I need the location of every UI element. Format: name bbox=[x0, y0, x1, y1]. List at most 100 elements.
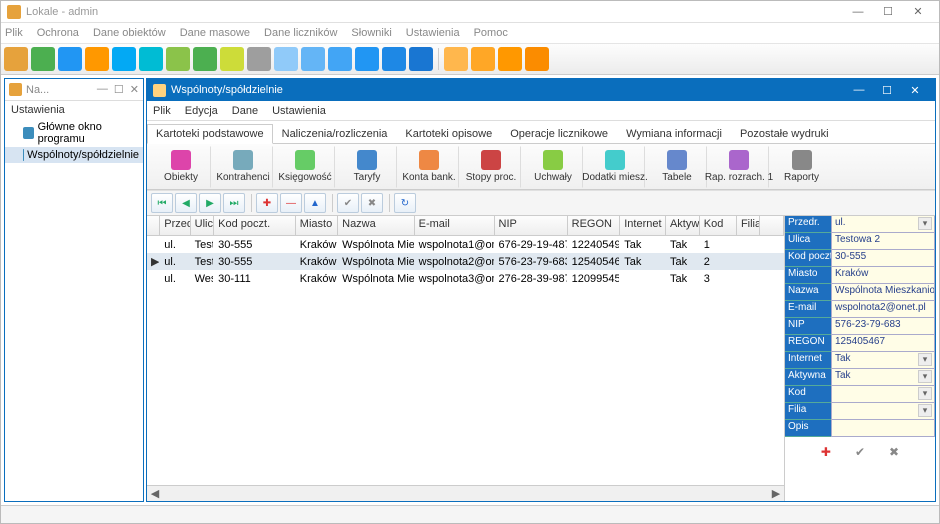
tab[interactable]: Kartoteki podstawowe bbox=[147, 124, 273, 144]
detail-action-button[interactable]: ✔ bbox=[855, 445, 865, 459]
sub-maximize-button[interactable]: ☐ bbox=[873, 84, 901, 97]
toolbar-icon[interactable] bbox=[166, 47, 190, 71]
sub-minimize-button[interactable]: — bbox=[845, 84, 873, 97]
toolbar-icon[interactable] bbox=[525, 47, 549, 71]
toolbar-icon[interactable] bbox=[355, 47, 379, 71]
minimize-button[interactable]: — bbox=[843, 2, 873, 22]
sub-menu-item[interactable]: Dane bbox=[232, 105, 258, 117]
nav-close-button[interactable]: ✕ bbox=[130, 83, 139, 96]
prev-button[interactable]: ◀ bbox=[175, 193, 197, 213]
cancel-button[interactable]: ✖ bbox=[361, 193, 383, 213]
column-header[interactable]: Kod poczt. bbox=[214, 216, 296, 235]
toolbar-button[interactable]: Konta bank. bbox=[399, 146, 459, 188]
toolbar-icon[interactable] bbox=[274, 47, 298, 71]
toolbar-icon[interactable] bbox=[193, 47, 217, 71]
toolbar-icon[interactable] bbox=[301, 47, 325, 71]
detail-input[interactable]: 30-555 bbox=[831, 250, 935, 267]
column-header[interactable]: Nazwa bbox=[338, 216, 415, 235]
detail-input[interactable]: Kraków bbox=[831, 267, 935, 284]
column-header[interactable] bbox=[760, 216, 784, 235]
toolbar-button[interactable]: Uchwały bbox=[523, 146, 583, 188]
detail-input[interactable]: 125405467 bbox=[831, 335, 935, 352]
detail-input[interactable]: ul. bbox=[831, 216, 935, 233]
main-menu-item[interactable]: Słowniki bbox=[351, 27, 391, 39]
toolbar-button[interactable]: Stopy proc. bbox=[461, 146, 521, 188]
refresh-button[interactable]: ↻ bbox=[394, 193, 416, 213]
main-menu-item[interactable]: Dane masowe bbox=[180, 27, 250, 39]
sub-menu-item[interactable]: Edycja bbox=[185, 105, 218, 117]
next-button[interactable]: ▶ bbox=[199, 193, 221, 213]
column-header[interactable]: NIP bbox=[495, 216, 568, 235]
column-header[interactable]: Filia bbox=[737, 216, 761, 235]
column-header[interactable]: Aktywna bbox=[666, 216, 700, 235]
first-button[interactable]: ⏮ bbox=[151, 193, 173, 213]
tab[interactable]: Pozostałe wydruki bbox=[731, 124, 838, 144]
last-button[interactable]: ⏭ bbox=[223, 193, 245, 213]
main-menu-item[interactable]: Dane liczników bbox=[264, 27, 337, 39]
toolbar-icon[interactable] bbox=[220, 47, 244, 71]
column-header[interactable]: Ulica bbox=[191, 216, 215, 235]
toolbar-icon[interactable] bbox=[247, 47, 271, 71]
nav-item[interactable]: Główne okno programu bbox=[5, 119, 143, 147]
toolbar-icon[interactable] bbox=[328, 47, 352, 71]
nav-item[interactable]: Wspólnoty/spółdzielnie bbox=[5, 147, 143, 163]
edit-button[interactable]: ▲ bbox=[304, 193, 326, 213]
nav-minimize-button[interactable]: — bbox=[97, 83, 108, 96]
column-header[interactable]: REGON bbox=[568, 216, 621, 235]
column-header[interactable]: E-mail bbox=[415, 216, 495, 235]
table-row[interactable]: ul.Testowa 130-555KrakówWspólnota Mieszk… bbox=[147, 236, 784, 253]
column-header[interactable]: Miasto bbox=[296, 216, 338, 235]
data-grid[interactable]: Przedr.UlicaKod poczt.MiastoNazwaE-mailN… bbox=[147, 216, 785, 501]
main-menu-item[interactable]: Pomoc bbox=[474, 27, 508, 39]
toolbar-button[interactable]: Raporty bbox=[771, 146, 831, 188]
column-header[interactable]: Przedr. bbox=[160, 216, 190, 235]
toolbar-icon[interactable] bbox=[58, 47, 82, 71]
detail-input[interactable]: Tak bbox=[831, 352, 935, 369]
sub-menu-item[interactable]: Plik bbox=[153, 105, 171, 117]
maximize-button[interactable]: ☐ bbox=[873, 2, 903, 22]
detail-input[interactable] bbox=[831, 420, 935, 437]
add-button[interactable]: ✚ bbox=[256, 193, 278, 213]
detail-input[interactable]: 576-23-79-683 bbox=[831, 318, 935, 335]
toolbar-button[interactable]: Dodatki miesz. bbox=[585, 146, 645, 188]
detail-input[interactable] bbox=[831, 386, 935, 403]
tab[interactable]: Operacje licznikowe bbox=[501, 124, 617, 144]
column-header[interactable]: Internet bbox=[620, 216, 666, 235]
toolbar-button[interactable]: Kontrahenci bbox=[213, 146, 273, 188]
toolbar-icon[interactable] bbox=[139, 47, 163, 71]
table-row[interactable]: ul.Wesoła 1230-111KrakówWspólnota Mieszk… bbox=[147, 270, 784, 287]
table-row[interactable]: ▶ul.Testowa 230-555KrakówWspólnota Miesz… bbox=[147, 253, 784, 270]
detail-input[interactable] bbox=[831, 403, 935, 420]
detail-action-button[interactable]: ✖ bbox=[889, 445, 899, 459]
sub-close-button[interactable]: ✕ bbox=[901, 84, 929, 97]
toolbar-icon[interactable] bbox=[112, 47, 136, 71]
toolbar-icon[interactable] bbox=[31, 47, 55, 71]
toolbar-icon[interactable] bbox=[85, 47, 109, 71]
h-scrollbar[interactable]: ◀▶ bbox=[147, 485, 784, 501]
toolbar-button[interactable]: Taryfy bbox=[337, 146, 397, 188]
sub-menu-item[interactable]: Ustawienia bbox=[272, 105, 326, 117]
toolbar-icon[interactable] bbox=[409, 47, 433, 71]
toolbar-button[interactable]: Tabele bbox=[647, 146, 707, 188]
toolbar-button[interactable]: Obiekty bbox=[151, 146, 211, 188]
tab[interactable]: Kartoteki opisowe bbox=[396, 124, 501, 144]
toolbar-button[interactable]: Księgowość bbox=[275, 146, 335, 188]
tab[interactable]: Naliczenia/rozliczenia bbox=[273, 124, 397, 144]
main-menu-item[interactable]: Dane obiektów bbox=[93, 27, 166, 39]
confirm-button[interactable]: ✔ bbox=[337, 193, 359, 213]
main-menu-item[interactable]: Ustawienia bbox=[406, 27, 460, 39]
detail-input[interactable]: Tak bbox=[831, 369, 935, 386]
detail-action-button[interactable]: ✚ bbox=[821, 445, 831, 459]
toolbar-icon[interactable] bbox=[4, 47, 28, 71]
column-header[interactable]: Kod bbox=[700, 216, 737, 235]
remove-button[interactable]: — bbox=[280, 193, 302, 213]
toolbar-icon[interactable] bbox=[444, 47, 468, 71]
toolbar-button[interactable]: Rap. rozrach. 1 bbox=[709, 146, 769, 188]
toolbar-icon[interactable] bbox=[471, 47, 495, 71]
detail-input[interactable]: wspolnota2@onet.pl bbox=[831, 301, 935, 318]
detail-input[interactable]: Testowa 2 bbox=[831, 233, 935, 250]
close-button[interactable]: ✕ bbox=[903, 2, 933, 22]
toolbar-icon[interactable] bbox=[498, 47, 522, 71]
main-menu-item[interactable]: Ochrona bbox=[37, 27, 79, 39]
detail-input[interactable]: Wspólnota Mieszkaniowa bbox=[831, 284, 935, 301]
